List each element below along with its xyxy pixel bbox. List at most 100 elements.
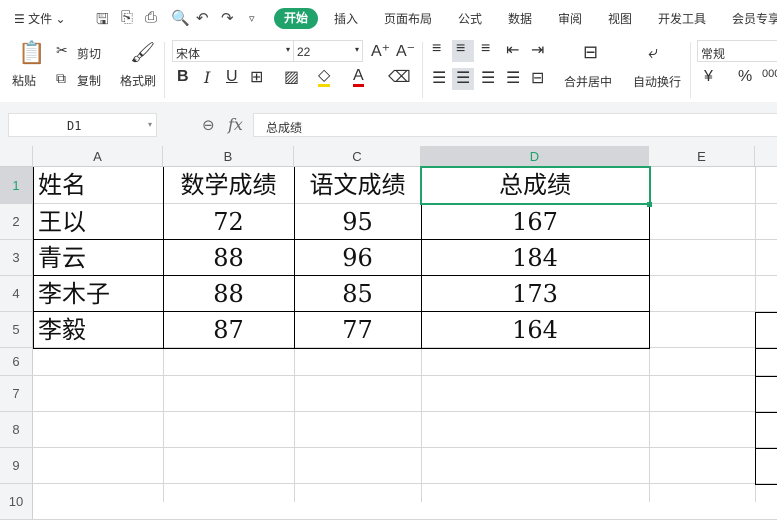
copy-icon: ⧉ [56, 70, 66, 86]
row-header-8[interactable]: 8 [0, 412, 33, 448]
column-header-d[interactable]: D [421, 146, 649, 167]
cell-C5[interactable]: 77 [294, 312, 421, 348]
justify-icon[interactable]: ☰ [506, 68, 520, 88]
file-label: 文件 [28, 12, 53, 26]
align-right-icon[interactable]: ☰ [481, 68, 495, 88]
row-header-7[interactable]: 7 [0, 376, 33, 412]
fill-pattern-icon[interactable]: ▨ [284, 67, 299, 87]
clear-icon[interactable]: ⌫ [388, 67, 411, 87]
zoom-formula-icon[interactable]: ⊖ [202, 116, 215, 134]
font-size: 22 [297, 45, 311, 59]
tab-view[interactable]: 视图 [608, 10, 632, 27]
cell-B1[interactable]: 数学成绩 [163, 167, 294, 204]
export-pdf-icon[interactable]: ⎘ [121, 9, 133, 26]
column-header-e[interactable]: E [649, 146, 755, 167]
fill-color-icon[interactable]: ◇ [318, 67, 331, 87]
decrease-indent-icon[interactable]: ⇤ [506, 40, 519, 60]
fx-button[interactable]: fx [228, 115, 243, 134]
cell-reference: D1 [67, 119, 82, 133]
cell-B3[interactable]: 88 [163, 240, 294, 276]
cut-button[interactable]: 剪切 [77, 45, 101, 62]
tab-insert[interactable]: 插入 [334, 10, 358, 27]
fill-handle[interactable] [647, 202, 652, 207]
row-header-3[interactable]: 3 [0, 240, 33, 276]
cell-B2[interactable]: 72 [163, 204, 294, 240]
column-header-b[interactable]: B [163, 146, 294, 167]
tab-formula[interactable]: 公式 [458, 10, 482, 27]
cell-C2[interactable]: 95 [294, 204, 421, 240]
spreadsheet-grid[interactable]: A B C D E 1 2 3 4 5 6 7 8 9 10 姓名 数学成绩 语文成绩 总成绩 王以 72 9… [0, 146, 777, 520]
tab-review[interactable]: 审阅 [558, 10, 582, 27]
cell-A2[interactable]: 王以 [33, 204, 163, 240]
row-header-6[interactable]: 6 [0, 348, 33, 376]
copy-button[interactable]: 复制 [77, 72, 101, 89]
merge-center-button[interactable]: 合并居中 [564, 73, 612, 90]
save-icon[interactable]: 🖫 [96, 9, 109, 34]
redo-icon[interactable]: ↷ [221, 9, 234, 27]
cell-A1[interactable]: 姓名 [33, 167, 163, 204]
undo-icon[interactable]: ↶ [196, 9, 209, 27]
cell-A3[interactable]: 青云 [33, 240, 163, 276]
decrease-font-icon[interactable]: A⁻ [396, 41, 415, 61]
print-preview-icon[interactable]: 🔍 [171, 9, 190, 27]
align-top-icon[interactable]: ≡ [432, 40, 441, 58]
file-menu[interactable]: ☰ 文件 ⌄ [14, 10, 66, 27]
cell-C4[interactable]: 85 [294, 276, 421, 312]
tab-developer[interactable]: 开发工具 [658, 10, 706, 27]
row-header-9[interactable]: 9 [0, 448, 33, 484]
border-icon[interactable]: ⊞ [250, 67, 263, 87]
font-size-select[interactable]: 22 ▾ [293, 40, 363, 62]
tab-start[interactable]: 开始 [274, 8, 318, 29]
cell-A5[interactable]: 李毅 [33, 312, 163, 348]
tab-data[interactable]: 数据 [508, 10, 532, 27]
column-header-f[interactable] [755, 146, 777, 167]
paste-button[interactable]: 粘贴 [12, 72, 36, 89]
merge-icon: ⊟ [583, 42, 599, 62]
bold-icon[interactable]: B [177, 68, 189, 86]
column-header-c[interactable]: C [294, 146, 421, 167]
print-icon[interactable]: ⎙ [145, 9, 157, 26]
cell-C1[interactable]: 语文成绩 [294, 167, 421, 204]
increase-font-icon[interactable]: A⁺ [371, 41, 390, 61]
more-icon[interactable]: ▿ [249, 12, 255, 25]
row-header-4[interactable]: 4 [0, 276, 33, 312]
selected-cell-d1[interactable] [420, 166, 651, 205]
select-all-corner[interactable] [0, 146, 33, 167]
percent-button[interactable]: % [738, 68, 752, 86]
cell-C3[interactable]: 96 [294, 240, 421, 276]
thousands-icon[interactable]: 000 [762, 68, 777, 80]
cell-B4[interactable]: 88 [163, 276, 294, 312]
row-header-10[interactable]: 10 [0, 484, 33, 520]
underline-icon[interactable]: U [226, 68, 238, 86]
cell-A4[interactable]: 李木子 [33, 276, 163, 312]
tab-member[interactable]: 会员专享 [732, 10, 777, 27]
ribbon-toolbar: 📋 粘贴 ✂ 剪切 ⧉ 复制 🖌 格式刷 宋体 ▾ 22 ▾ A⁺ A⁻ B I U… [0, 36, 777, 102]
wrap-text-button[interactable]: 自动换行 [633, 73, 681, 90]
increase-indent-icon[interactable]: ⇥ [531, 40, 544, 60]
currency-button[interactable]: ¥ [704, 68, 713, 86]
row-header-5[interactable]: 5 [0, 312, 33, 348]
row-header-1[interactable]: 1 [0, 167, 33, 204]
align-left-icon[interactable]: ☰ [432, 68, 446, 88]
align-center-icon[interactable]: ☰ [456, 68, 470, 88]
format-painter-button[interactable]: 格式刷 [120, 72, 156, 89]
cell-D3[interactable]: 184 [421, 240, 649, 276]
number-format-select[interactable]: 常规 [697, 40, 777, 62]
cell-B5[interactable]: 87 [163, 312, 294, 348]
wrap-icon: ⤶ [648, 42, 659, 62]
formula-input[interactable]: 总成绩 [253, 113, 777, 137]
font-color-icon[interactable]: A [353, 67, 364, 87]
align-bottom-icon[interactable]: ≡ [481, 40, 490, 58]
name-box[interactable]: D1 ▾ [8, 113, 157, 137]
paste-icon[interactable]: 📋 [18, 40, 45, 66]
row-header-2[interactable]: 2 [0, 204, 33, 240]
font-name-select[interactable]: 宋体 ▾ [172, 40, 294, 62]
italic-icon[interactable]: I [204, 68, 210, 87]
cell-D2[interactable]: 167 [421, 204, 649, 240]
align-middle-icon[interactable]: ≡ [456, 40, 465, 58]
cell-D5[interactable]: 164 [421, 312, 649, 348]
column-header-a[interactable]: A [33, 146, 163, 167]
cell-D4[interactable]: 173 [421, 276, 649, 312]
distributed-icon[interactable]: ⊟ [531, 68, 544, 88]
tab-page-layout[interactable]: 页面布局 [384, 10, 432, 27]
